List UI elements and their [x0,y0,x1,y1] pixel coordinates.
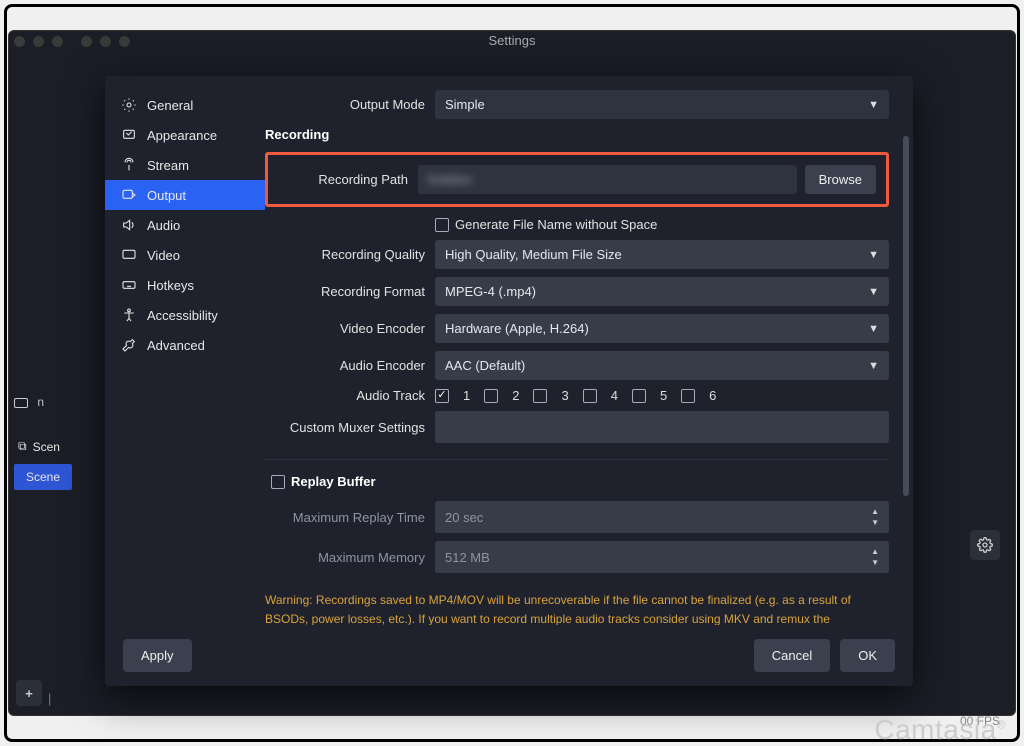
track-3-checkbox[interactable] [533,389,547,403]
window-title: Settings [0,33,1024,48]
apply-button[interactable]: Apply [123,639,192,672]
audio-encoder-label: Audio Encoder [265,358,435,373]
audio-track-group: 1 2 3 4 5 6 [435,388,889,403]
settings-dialog: General Appearance Stream Output Audio V… [105,76,913,686]
track-2-checkbox[interactable] [484,389,498,403]
cancel-button[interactable]: Cancel [754,639,830,672]
output-mode-label: Output Mode [265,97,435,112]
add-icon[interactable]: + [16,680,42,706]
divider: | [48,691,51,706]
copy-icon: ⧉ [18,439,27,454]
replay-header: Replay Buffer [291,474,376,489]
replay-buffer-checkbox[interactable] [271,475,285,489]
sidebar-item-label: Stream [147,158,189,173]
accessibility-icon [121,307,137,323]
audio-track-label: Audio Track [265,388,435,403]
wrench-icon [121,337,137,353]
keyboard-icon [121,277,137,293]
paint-icon [121,127,137,143]
replay-memory-label: Maximum Memory [265,550,435,565]
chevron-down-icon: ▼ [868,286,879,298]
monitor-icon [121,247,137,263]
replay-time-input[interactable]: 20 sec▲▼ [435,501,889,533]
sidebar-item-accessibility[interactable]: Accessibility [105,300,265,330]
ok-button[interactable]: OK [840,639,895,672]
sidebar-item-audio[interactable]: Audio [105,210,265,240]
browse-button[interactable]: Browse [805,165,876,194]
camtasia-watermark: Camtasia® [874,714,1006,746]
speaker-icon [121,217,137,233]
sidebar-item-advanced[interactable]: Advanced [105,330,265,360]
quality-select[interactable]: High Quality, Medium File Size▼ [435,240,889,269]
sidebar-item-label: Advanced [147,338,205,353]
quality-label: Recording Quality [265,247,435,262]
sidebar-item-label: Appearance [147,128,217,143]
gear-icon[interactable] [970,530,1000,560]
sidebar-item-label: Accessibility [147,308,218,323]
sidebar-item-label: Hotkeys [147,278,194,293]
replay-memory-input[interactable]: 512 MB▲▼ [435,541,889,573]
sidebar-item-hotkeys[interactable]: Hotkeys [105,270,265,300]
track-5-checkbox[interactable] [632,389,646,403]
scrollbar[interactable] [903,136,909,496]
sidebar-item-label: Audio [147,218,180,233]
antenna-icon [121,157,137,173]
chevron-down-icon: ▼ [868,360,879,372]
recording-path-label: Recording Path [278,172,418,187]
muxer-label: Custom Muxer Settings [265,420,435,435]
sidebar-item-general[interactable]: General [105,90,265,120]
dialog-footer: Apply Cancel OK [105,625,913,686]
audio-encoder-select[interactable]: AAC (Default)▼ [435,351,889,380]
track-1-checkbox[interactable] [435,389,449,403]
output-icon [121,187,137,203]
track-4-checkbox[interactable] [583,389,597,403]
recording-path-input[interactable]: hidden [418,165,797,194]
recording-header: Recording [265,127,889,142]
recording-path-highlight: Recording Path hidden Browse [265,152,889,207]
format-label: Recording Format [265,284,435,299]
video-encoder-label: Video Encoder [265,321,435,336]
gen-filename-label: Generate File Name without Space [455,217,657,232]
gen-filename-checkbox[interactable] [435,218,449,232]
muxer-input[interactable] [435,411,889,443]
sidebar-item-stream[interactable]: Stream [105,150,265,180]
chevron-down-icon: ▼ [868,99,879,111]
bg-label: n [14,395,44,409]
format-select[interactable]: MPEG-4 (.mp4)▼ [435,277,889,306]
sidebar-item-output[interactable]: Output [105,180,265,210]
stepper-icon[interactable]: ▲▼ [871,507,879,527]
video-encoder-select[interactable]: Hardware (Apple, H.264)▼ [435,314,889,343]
replay-time-label: Maximum Replay Time [265,510,435,525]
sidebar-item-label: Video [147,248,180,263]
gear-icon [121,97,137,113]
stepper-icon[interactable]: ▲▼ [871,547,879,567]
scene-item[interactable]: Scene [14,464,72,490]
divider [265,459,889,460]
sidebar-item-label: Output [147,188,186,203]
chevron-down-icon: ▼ [868,323,879,335]
sidebar-item-appearance[interactable]: Appearance [105,120,265,150]
warning-text: Warning: Recordings saved to MP4/MOV wil… [265,591,889,625]
chevron-down-icon: ▼ [868,249,879,261]
settings-content: Output Mode Simple ▼ Recording Recording… [265,76,913,625]
track-6-checkbox[interactable] [681,389,695,403]
sidebar-item-label: General [147,98,193,113]
sidebar-item-video[interactable]: Video [105,240,265,270]
settings-sidebar: General Appearance Stream Output Audio V… [105,76,265,625]
scenes-panel: ⧉Scen Scene [14,435,72,490]
output-mode-select[interactable]: Simple ▼ [435,90,889,119]
